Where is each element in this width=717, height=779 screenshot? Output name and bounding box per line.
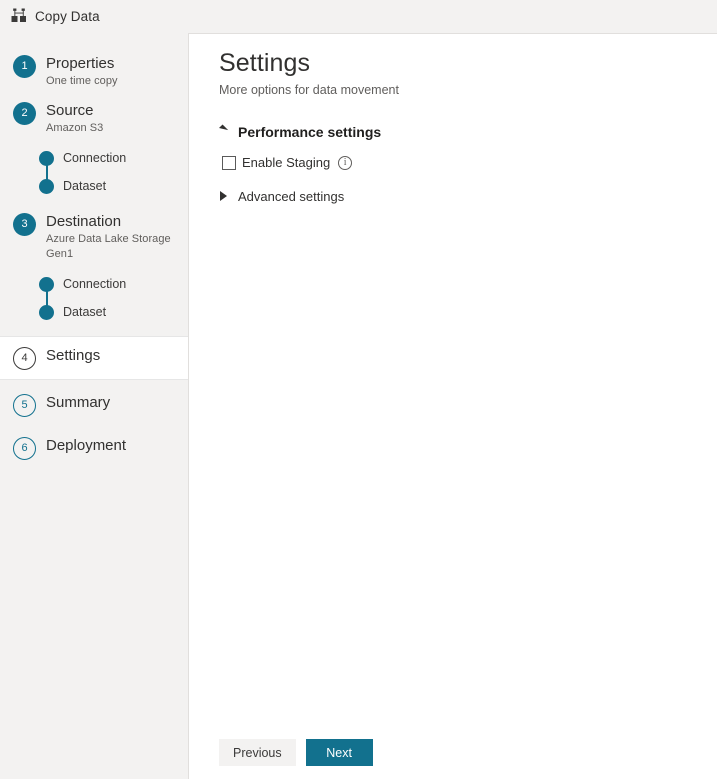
- step-label: Source: [46, 102, 94, 119]
- substep-destination-dataset[interactable]: Dataset: [39, 298, 188, 326]
- page-title: Settings: [219, 49, 311, 77]
- substep-source-connection[interactable]: Connection: [39, 144, 188, 172]
- step-sublabel: Amazon S3: [46, 122, 104, 134]
- substep-dot-icon: [39, 178, 54, 194]
- advanced-settings-section: Advanced settings: [219, 187, 697, 205]
- substep-dot-icon: [39, 150, 54, 166]
- section-title: Performance settings: [238, 124, 382, 140]
- step-number-badge: 3: [13, 213, 36, 236]
- sidebar-step-deployment[interactable]: 6 Deployment: [0, 430, 188, 466]
- sidebar-step-properties[interactable]: 1 Properties One time copy: [0, 48, 188, 95]
- window-titlebar: Copy Data: [0, 0, 717, 32]
- performance-settings-toggle[interactable]: Performance settings: [219, 123, 697, 141]
- enable-staging-checkbox[interactable]: [222, 155, 236, 170]
- previous-button[interactable]: Previous: [219, 739, 296, 766]
- step-label: Deployment: [46, 437, 127, 454]
- step-label: Settings: [46, 347, 101, 364]
- enable-staging-row: Enable Staging i: [222, 155, 697, 170]
- wizard-step-sidebar: 1 Properties One time copy 2 Source Amaz…: [0, 32, 188, 779]
- step-number-badge: 5: [13, 394, 36, 417]
- step-number-badge: 1: [13, 55, 36, 78]
- copy-data-icon: [9, 7, 29, 25]
- substep-label: Connection: [63, 277, 127, 291]
- step-sublabel: One time copy: [46, 75, 118, 87]
- substep-destination-connection[interactable]: Connection: [39, 270, 188, 298]
- performance-settings-section: Performance settings Enable Staging i: [219, 123, 697, 170]
- chevron-down-icon: [219, 127, 229, 137]
- page-subtitle: More options for data movement: [219, 83, 399, 97]
- enable-staging-label: Enable Staging: [242, 155, 331, 170]
- step-sublabel: Azure Data Lake Storage Gen1: [46, 233, 171, 260]
- substep-label: Connection: [63, 151, 127, 165]
- substep-dot-icon: [39, 276, 54, 292]
- substep-label: Dataset: [63, 179, 107, 193]
- substep-dot-icon: [39, 304, 54, 320]
- wizard-footer: Previous Next: [219, 739, 373, 766]
- next-button[interactable]: Next: [305, 739, 373, 766]
- window-title: Copy Data: [35, 8, 100, 24]
- main-content-panel: Settings More options for data movement …: [188, 33, 717, 779]
- source-substeps: Connection Dataset: [39, 142, 188, 200]
- sidebar-step-summary[interactable]: 5 Summary: [0, 387, 188, 423]
- advanced-settings-toggle[interactable]: Advanced settings: [219, 187, 697, 205]
- step-number-badge: 2: [13, 102, 36, 125]
- section-title: Advanced settings: [238, 188, 345, 204]
- chevron-right-icon: [219, 191, 229, 201]
- step-label: Summary: [46, 394, 111, 411]
- step-number-badge: 6: [13, 437, 36, 460]
- info-icon[interactable]: i: [338, 155, 353, 170]
- sidebar-step-source[interactable]: 2 Source Amazon S3: [0, 95, 188, 142]
- step-label: Properties: [46, 55, 115, 72]
- step-label: Destination: [46, 213, 122, 230]
- destination-substeps: Connection Dataset: [39, 268, 188, 326]
- substep-source-dataset[interactable]: Dataset: [39, 172, 188, 200]
- sidebar-step-settings[interactable]: 4 Settings: [0, 336, 188, 380]
- copy-data-wizard: Copy Data 1 Properties One time copy 2 S…: [0, 0, 717, 779]
- substep-label: Dataset: [63, 305, 107, 319]
- sidebar-step-destination[interactable]: 3 Destination Azure Data Lake Storage Ge…: [0, 206, 188, 268]
- step-number-badge: 4: [13, 347, 36, 370]
